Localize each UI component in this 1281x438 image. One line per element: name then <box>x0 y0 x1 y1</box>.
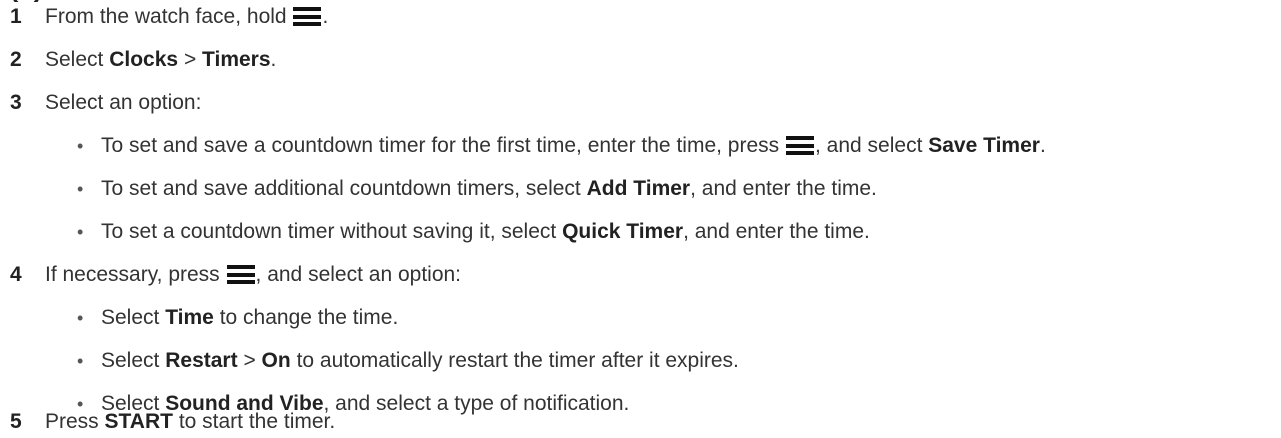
step-number: 2 <box>10 48 22 71</box>
step-text: Select an option: <box>45 91 202 114</box>
step-number: 5 <box>10 410 22 433</box>
step-text: If necessary, press , and select an opti… <box>45 263 462 286</box>
bullet-dot: • <box>77 308 84 328</box>
menu-icon <box>786 136 814 155</box>
step-text: Press START to start the timer. <box>45 410 336 433</box>
step-number: 3 <box>10 91 22 114</box>
bullet-text: Select Restart > On to automatically res… <box>101 349 739 372</box>
bullet-dot: • <box>77 351 84 371</box>
bullet-text: Select Time to change the time. <box>101 306 399 329</box>
bullet-dot: • <box>77 222 84 242</box>
bullet-text: To set and save a countdown timer for th… <box>101 134 1046 157</box>
step-number: 4 <box>10 263 22 286</box>
menu-icon <box>226 265 255 284</box>
bullet-dot: • <box>77 136 84 156</box>
bullet-text: To set a countdown timer without saving … <box>101 220 870 243</box>
step-number: 1 <box>10 5 22 28</box>
step-text: From the watch face, hold . <box>45 5 329 28</box>
bullet-text: To set and save additional countdown tim… <box>101 177 877 200</box>
menu-icon <box>293 7 322 26</box>
step-text: Select Clocks > Timers. <box>45 48 277 71</box>
bullet-dot: • <box>77 179 84 199</box>
